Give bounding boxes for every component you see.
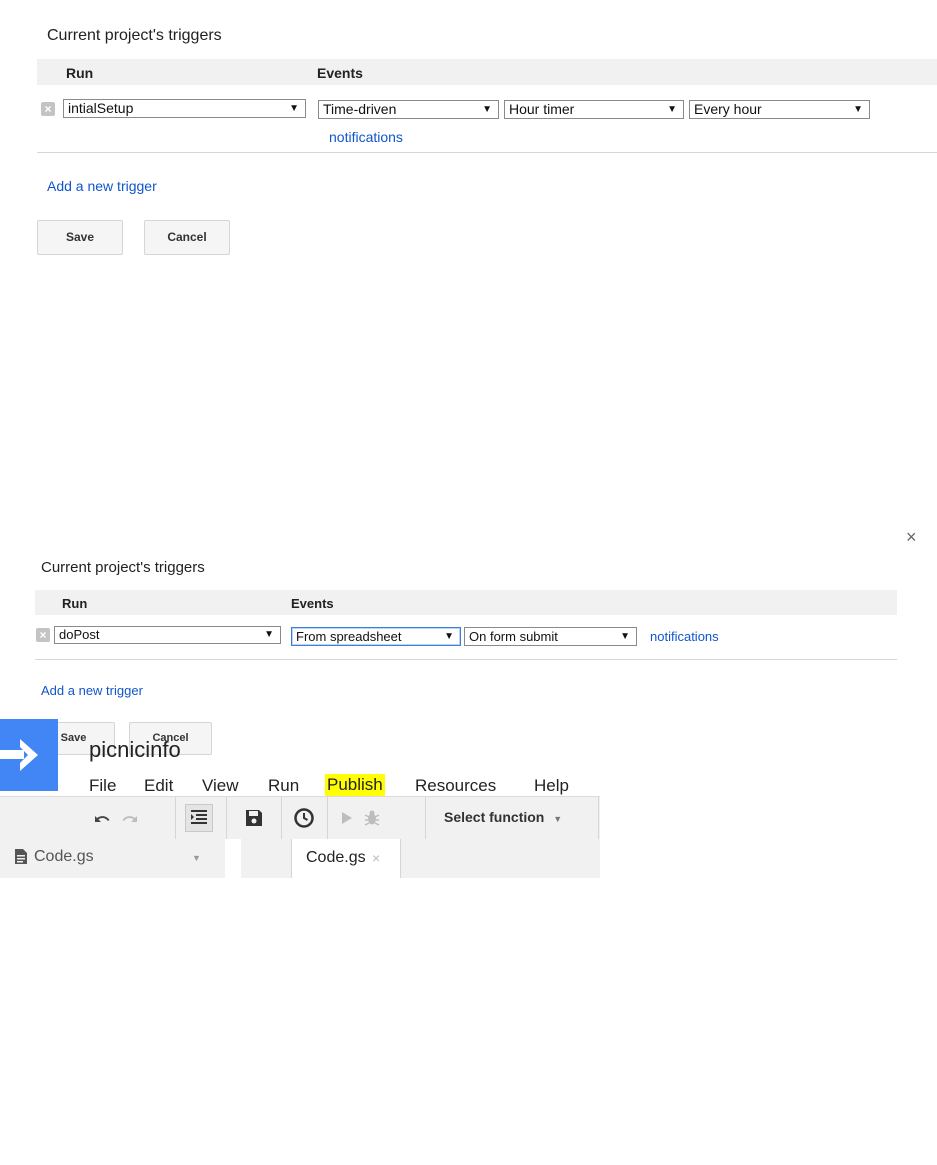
close-tab-icon[interactable]: ×	[372, 850, 380, 866]
gutter	[225, 839, 241, 878]
column-header-run: Run	[66, 65, 94, 81]
dropdown-arrow-icon: ▼	[667, 104, 677, 115]
toolbar-separator	[281, 797, 282, 839]
add-trigger-link[interactable]: Add a new trigger	[47, 178, 157, 194]
event-type-value: On form submit	[469, 629, 558, 644]
divider	[37, 152, 937, 153]
run-function-value: doPost	[59, 627, 100, 642]
table-header: Run Events	[35, 590, 897, 615]
interval-select[interactable]: Every hour ▼	[689, 100, 870, 119]
notifications-link[interactable]: notifications	[650, 629, 719, 644]
menu-file[interactable]: File	[89, 776, 116, 796]
divider	[35, 659, 897, 660]
column-header-events: Events	[317, 65, 363, 81]
notifications-link[interactable]: notifications	[329, 129, 403, 145]
save-button[interactable]: Save	[37, 220, 123, 255]
menu-view[interactable]: View	[202, 776, 239, 796]
table-header: Run Events	[37, 59, 937, 85]
run-function-select[interactable]: doPost ▼	[54, 626, 281, 644]
run-function-value: intialSetup	[68, 100, 134, 116]
arrow-right-icon	[0, 739, 38, 771]
event-type-select[interactable]: Hour timer ▼	[504, 100, 684, 119]
tab-code-gs[interactable]: Code.gs ×	[291, 839, 401, 878]
menu-resources[interactable]: Resources	[415, 776, 496, 796]
toolbar-separator	[598, 797, 599, 839]
menu-run[interactable]: Run	[268, 776, 299, 796]
event-type-value: Hour timer	[509, 101, 575, 117]
run-icon[interactable]	[334, 806, 358, 830]
menu-help[interactable]: Help	[534, 776, 569, 796]
menu-edit[interactable]: Edit	[144, 776, 173, 796]
column-header-events: Events	[291, 596, 334, 611]
run-function-select[interactable]: intialSetup ▼	[63, 99, 306, 118]
interval-value: Every hour	[694, 101, 762, 117]
add-trigger-link[interactable]: Add a new trigger	[41, 683, 143, 698]
dropdown-arrow-icon: ▼	[289, 103, 299, 114]
event-source-value: Time-driven	[323, 101, 397, 117]
clock-icon[interactable]	[292, 806, 316, 830]
save-icon[interactable]	[242, 806, 266, 830]
redo-icon[interactable]	[118, 806, 142, 830]
chevron-down-icon[interactable]: ▼	[192, 853, 201, 863]
close-icon[interactable]: ×	[906, 527, 917, 548]
file-bar: Code.gs ▼ Code.gs ×	[0, 839, 600, 878]
undo-icon[interactable]	[90, 806, 114, 830]
event-source-select[interactable]: From spreadsheet ▼	[291, 627, 461, 646]
event-source-select[interactable]: Time-driven ▼	[318, 100, 499, 119]
panel-title: Current project's triggers	[47, 27, 222, 44]
file-list-header[interactable]: Code.gs ▼	[0, 839, 225, 878]
project-name[interactable]: picnicinfo	[89, 737, 181, 763]
apps-script-logo	[0, 719, 58, 791]
dropdown-arrow-icon: ▼	[620, 631, 630, 642]
indent-icon[interactable]	[185, 804, 213, 832]
toolbar-separator	[175, 797, 176, 839]
debug-bug-icon[interactable]	[360, 806, 384, 830]
event-type-select[interactable]: On form submit ▼	[464, 627, 637, 646]
toolbar-separator	[327, 797, 328, 839]
select-function-label: Select function	[444, 809, 545, 825]
file-name: Code.gs	[34, 848, 94, 865]
toolbar: Select function ▼	[0, 796, 600, 840]
toolbar-separator	[226, 797, 227, 839]
panel-title: Current project's triggers	[41, 559, 205, 576]
dropdown-arrow-icon: ▼	[853, 104, 863, 115]
tab-label: Code.gs	[306, 849, 366, 866]
delete-trigger-icon[interactable]: ×	[41, 102, 55, 116]
event-source-value: From spreadsheet	[296, 629, 402, 644]
dropdown-arrow-icon: ▼	[264, 629, 274, 640]
document-icon	[14, 848, 28, 870]
select-function-dropdown[interactable]: Select function ▼	[444, 809, 562, 825]
dropdown-arrow-icon: ▼	[482, 104, 492, 115]
menu-publish[interactable]: Publish	[325, 774, 385, 796]
cancel-button[interactable]: Cancel	[144, 220, 230, 255]
delete-trigger-icon[interactable]: ×	[36, 628, 50, 642]
column-header-run: Run	[62, 596, 88, 611]
chevron-down-icon: ▼	[553, 814, 563, 824]
dropdown-arrow-icon: ▼	[444, 631, 454, 642]
toolbar-separator	[425, 797, 426, 839]
